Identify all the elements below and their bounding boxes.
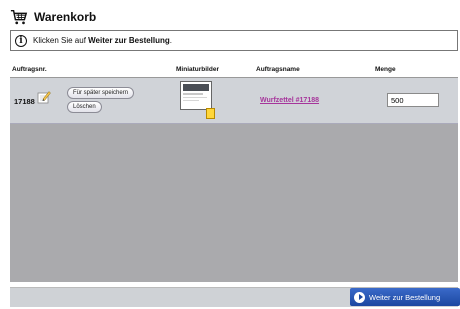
thumbnail-line bbox=[183, 100, 199, 101]
column-header-thumbnails: Miniaturbilder bbox=[176, 66, 219, 73]
info-text-after: . bbox=[169, 36, 173, 45]
order-number: 17188 bbox=[14, 97, 35, 106]
info-text: Klicken Sie auf Weiter zur Bestellung. bbox=[33, 36, 172, 45]
edit-icon[interactable] bbox=[37, 90, 51, 104]
save-for-later-button[interactable]: Für später speichern bbox=[67, 87, 135, 99]
cart-header: Warenkorb bbox=[10, 6, 96, 28]
info-text-bold: Weiter zur Bestellung bbox=[88, 36, 170, 45]
table-header: Auftragsnr. Miniaturbilder Auftragsname … bbox=[10, 63, 458, 77]
empty-cart-area bbox=[10, 124, 458, 282]
proceed-to-order-button[interactable]: Weiter zur Bestellung bbox=[350, 288, 460, 306]
quantity-input[interactable] bbox=[387, 93, 439, 107]
table-row: 17188 Für später speichern Löschen Wurfz… bbox=[10, 78, 458, 124]
thumbnail-line bbox=[183, 93, 203, 95]
proceed-label: Weiter zur Bestellung bbox=[369, 292, 441, 302]
job-name-link[interactable]: Wurfzettel #17188 bbox=[260, 97, 319, 104]
thumbnail-photo bbox=[183, 84, 209, 91]
delete-button[interactable]: Löschen bbox=[67, 101, 102, 113]
play-icon bbox=[354, 291, 365, 303]
info-message: i Klicken Sie auf Weiter zur Bestellung. bbox=[10, 30, 458, 51]
thumbnail-image[interactable] bbox=[180, 81, 212, 110]
shopping-cart-icon bbox=[10, 9, 28, 25]
info-text-before: Klicken Sie auf bbox=[33, 36, 89, 45]
thumbnail-line bbox=[183, 97, 207, 98]
info-icon: i bbox=[15, 34, 27, 47]
document-icon[interactable] bbox=[206, 108, 215, 119]
page-title: Warenkorb bbox=[34, 10, 97, 24]
column-header-job-name: Auftragsname bbox=[256, 66, 300, 73]
column-header-quantity: Menge bbox=[375, 66, 396, 73]
column-header-order-no: Auftragsnr. bbox=[12, 66, 47, 73]
